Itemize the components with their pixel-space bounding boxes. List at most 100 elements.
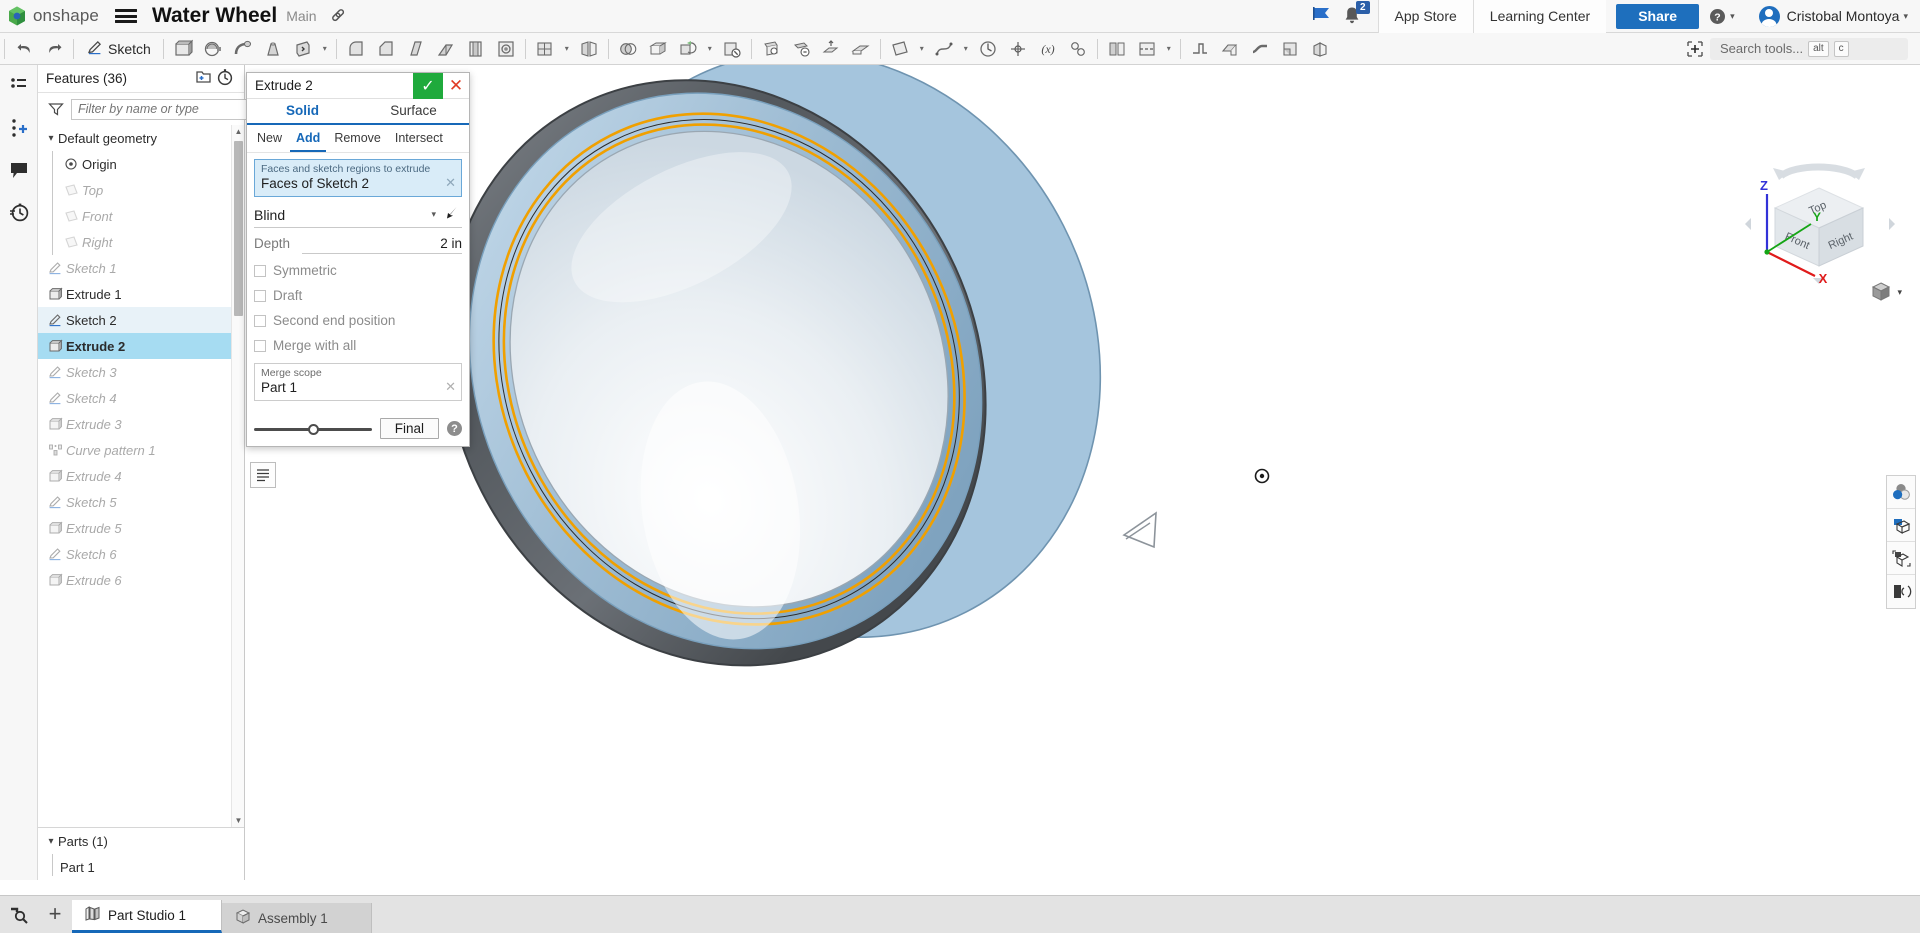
onshape-logo-icon[interactable] — [6, 5, 28, 27]
bend-icon[interactable] — [1245, 34, 1275, 64]
tab-search-icon[interactable] — [0, 895, 38, 933]
notification-bell-icon[interactable]: 2 — [1342, 1, 1370, 27]
user-chevron-down-icon[interactable]: ▾ — [1903, 11, 1908, 22]
document-title[interactable]: Water Wheel — [152, 4, 277, 28]
add-instance-icon[interactable] — [6, 115, 32, 141]
help-circle-icon[interactable]: ? ▾ — [1709, 8, 1747, 25]
share-button[interactable]: Share — [1616, 3, 1700, 29]
feature-tree-group[interactable]: ▾ Default geometry — [38, 125, 231, 151]
feature-tree-item[interactable]: Extrude 6 — [38, 567, 231, 593]
user-name-label[interactable]: Cristobal Montoya — [1787, 8, 1900, 24]
unfold-icon[interactable] — [1305, 34, 1335, 64]
clear-x-icon[interactable]: ✕ — [445, 379, 456, 395]
enclose-icon[interactable] — [846, 34, 876, 64]
part-list-item[interactable]: Part 1 — [38, 854, 244, 880]
thicken-icon[interactable] — [288, 34, 318, 64]
checkmark-icon[interactable]: ✓ — [413, 72, 443, 99]
offset-surface-icon[interactable] — [816, 34, 846, 64]
avatar[interactable] — [1758, 5, 1780, 27]
feature-tree-item[interactable]: Origin — [38, 151, 231, 177]
chevron-down-icon[interactable]: ▾ — [44, 836, 58, 847]
mirror-icon[interactable] — [574, 34, 604, 64]
graphics-viewport[interactable]: Top Front Right Z X Y ▾ — [246, 65, 1920, 880]
plane-chevron-down-icon[interactable]: ▾ — [915, 44, 929, 53]
slider-knob[interactable] — [308, 423, 320, 435]
feature-tree-item[interactable]: Sketch 2 — [38, 307, 231, 333]
appearance-spheres-icon[interactable] — [1887, 476, 1915, 509]
feature-tree-item[interactable]: Extrude 4 — [38, 463, 231, 489]
transform-icon[interactable] — [673, 34, 703, 64]
delete-face-icon[interactable] — [717, 34, 747, 64]
variable-icon[interactable]: (x) — [1033, 34, 1063, 64]
feature-tree-item[interactable]: Front — [38, 203, 231, 229]
revolve-icon[interactable] — [198, 34, 228, 64]
comment-icon[interactable] — [6, 157, 32, 183]
help-chevron-down-icon[interactable]: ▾ — [1730, 11, 1735, 22]
link-icon[interactable] — [326, 3, 353, 30]
help-circle-icon[interactable]: ? — [447, 421, 462, 436]
scroll-up-arrow-icon[interactable]: ▲ — [232, 125, 244, 138]
tab-part-studio-1[interactable]: Part Studio 1 — [72, 900, 222, 933]
new-folder-icon[interactable] — [192, 69, 214, 88]
scroll-down-arrow-icon[interactable]: ▼ — [232, 814, 244, 827]
chevron-down-icon[interactable]: ▾ — [44, 133, 58, 144]
close-x-icon[interactable]: ✕ — [443, 73, 469, 99]
feature-tree-item[interactable]: Sketch 5 — [38, 489, 231, 515]
sketch-button[interactable]: Sketch — [78, 34, 159, 64]
pattern-chevron-down-icon[interactable]: ▾ — [560, 44, 574, 53]
feature-tree-item[interactable]: Sketch 3 — [38, 359, 231, 385]
feature-filter-input[interactable] — [71, 98, 248, 120]
thicken-chevron-down-icon[interactable]: ▾ — [318, 44, 332, 53]
fillet-icon[interactable] — [341, 34, 371, 64]
feature-tree-item[interactable]: Extrude 3 — [38, 411, 231, 437]
learning-center-button[interactable]: Learning Center — [1472, 0, 1607, 33]
operation-intersect[interactable]: Intersect — [389, 128, 449, 152]
composite-part-icon[interactable] — [1063, 34, 1093, 64]
hole-icon[interactable] — [491, 34, 521, 64]
tab-icon[interactable] — [1275, 34, 1305, 64]
depth-input[interactable]: 2 in — [302, 236, 462, 254]
split-icon[interactable] — [643, 34, 673, 64]
operation-add[interactable]: Add — [290, 128, 327, 152]
appearance-icon[interactable] — [1102, 34, 1132, 64]
merge-with-all-checkbox[interactable]: Merge with all — [254, 338, 462, 353]
redo-arrow-icon[interactable] — [39, 34, 69, 64]
tab-solid[interactable]: Solid — [247, 99, 358, 123]
linear-pattern-icon[interactable] — [530, 34, 560, 64]
feature-tree-item[interactable]: Sketch 6 — [38, 541, 231, 567]
funnel-filter-icon[interactable] — [48, 102, 64, 116]
app-store-button[interactable]: App Store — [1377, 0, 1473, 33]
shell-icon[interactable] — [461, 34, 491, 64]
document-branch-label[interactable]: Main — [286, 8, 316, 24]
render-icon[interactable] — [1887, 575, 1915, 608]
flip-direction-icon[interactable] — [440, 204, 462, 225]
section-view-icon[interactable] — [1132, 34, 1162, 64]
hamburger-menu-icon[interactable] — [114, 7, 137, 25]
add-tab-icon[interactable]: + — [38, 895, 72, 933]
cad-model-render[interactable] — [246, 65, 1920, 880]
move-face-icon[interactable] — [756, 34, 786, 64]
feature-tree-item[interactable]: Extrude 2 — [38, 333, 231, 359]
curve-chevron-down-icon[interactable]: ▾ — [959, 44, 973, 53]
tab-assembly-1[interactable]: Assembly 1 — [222, 903, 372, 933]
flag-icon[interactable] — [1312, 5, 1332, 28]
feature-list-toggle-icon[interactable] — [250, 462, 276, 488]
section-view-icon[interactable] — [1887, 509, 1915, 542]
merge-scope-field[interactable]: Merge scope Part 1 ✕ — [254, 363, 462, 401]
second-end-position-checkbox[interactable]: Second end position — [254, 313, 462, 328]
feature-tree-item[interactable]: Sketch 4 — [38, 385, 231, 411]
parts-section-header[interactable]: ▾ Parts (1) — [38, 828, 244, 854]
final-button[interactable]: Final — [379, 418, 439, 439]
feature-tree-item[interactable]: Extrude 1 — [38, 281, 231, 307]
feature-tree-item[interactable]: Sketch 1 — [38, 255, 231, 281]
feature-tree-item[interactable]: Right — [38, 229, 231, 255]
faces-selection-field[interactable]: Faces and sketch regions to extrude Face… — [254, 159, 462, 197]
scrollbar-thumb[interactable] — [234, 141, 243, 316]
chamfer-icon[interactable] — [371, 34, 401, 64]
flange-icon[interactable] — [1215, 34, 1245, 64]
transform-chevron-down-icon[interactable]: ▾ — [703, 44, 717, 53]
mate-connector-icon[interactable] — [1003, 34, 1033, 64]
insert-part-icon[interactable] — [1680, 34, 1710, 64]
end-condition-dropdown[interactable]: Blind ▾ — [254, 207, 440, 223]
operation-new[interactable]: New — [251, 128, 288, 152]
